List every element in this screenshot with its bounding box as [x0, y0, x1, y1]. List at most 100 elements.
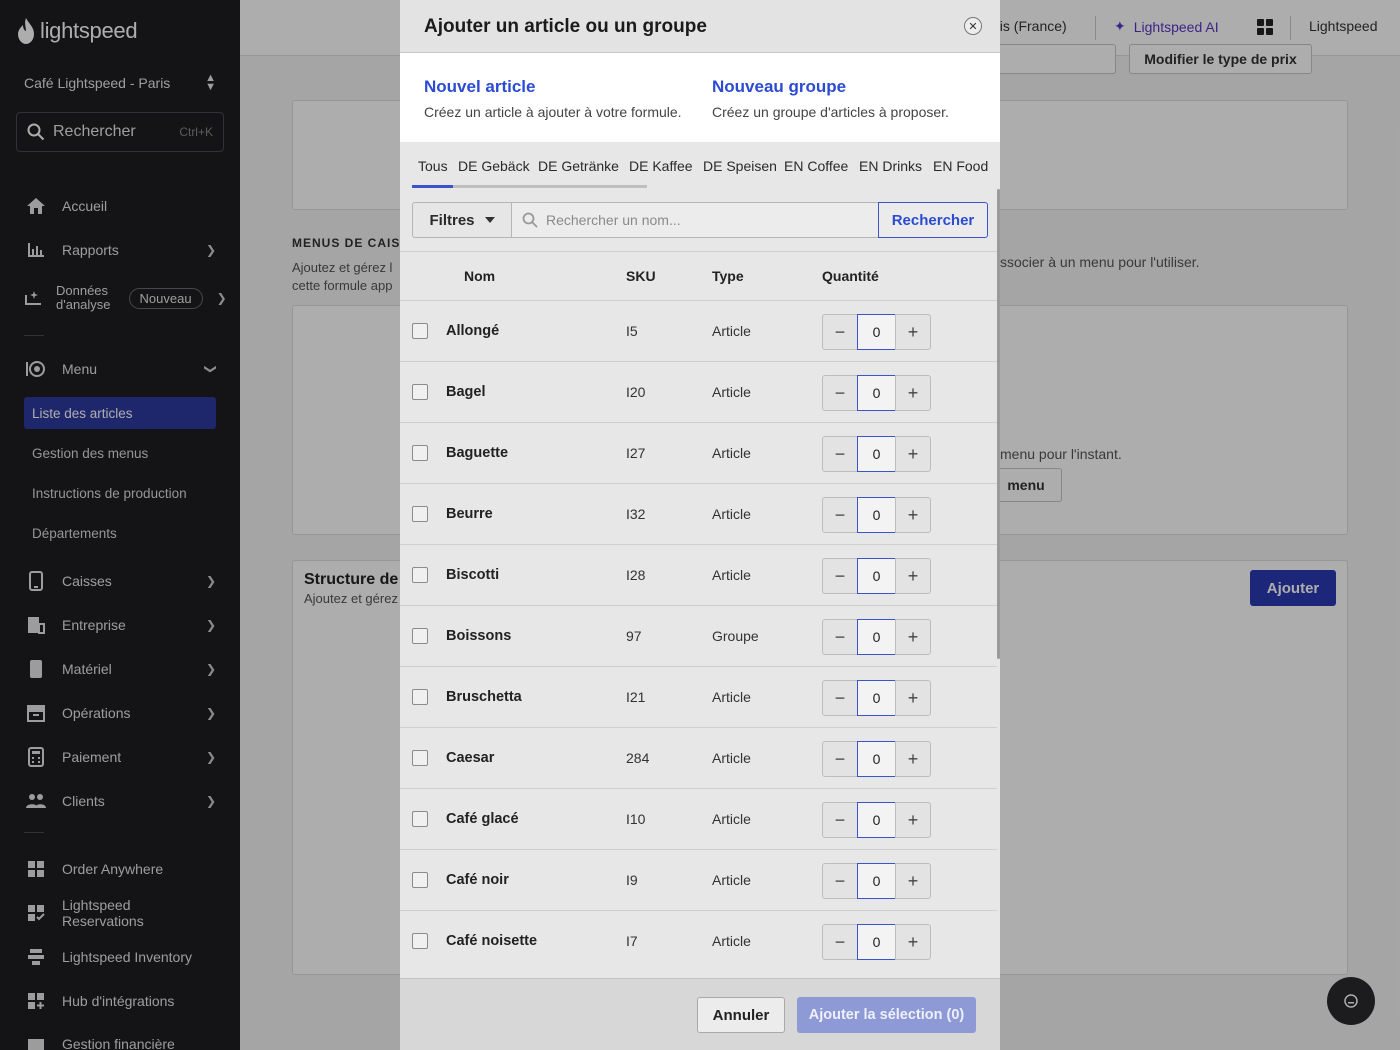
plus-icon: +: [907, 931, 919, 952]
tab-en-coffee[interactable]: EN Coffee: [784, 158, 848, 174]
quantity-input[interactable]: 0: [857, 924, 896, 960]
tab-tous[interactable]: Tous: [418, 158, 448, 174]
plus-icon: +: [907, 504, 919, 525]
table-header: Nom SKU Type Quantité: [400, 251, 997, 301]
item-type: Article: [712, 750, 751, 766]
name-search-input[interactable]: [546, 212, 866, 228]
items-table-body: Allongé I5 Article −0 + Bagel I20 Article −0 + Bag…: [400, 301, 997, 971]
minus-icon: −: [834, 687, 846, 708]
quantity-input[interactable]: 0: [857, 375, 896, 411]
item-name: Bagel: [446, 384, 486, 400]
close-icon: ✕: [968, 20, 978, 33]
item-type: Groupe: [712, 628, 759, 644]
item-type: Article: [712, 506, 751, 522]
table-row: Café noisette I7 Article −0 +: [400, 911, 997, 971]
decrement-button[interactable]: −: [822, 924, 858, 960]
cancel-button[interactable]: Annuler: [697, 997, 785, 1033]
decrement-button[interactable]: −: [822, 497, 858, 533]
row-checkbox[interactable]: [412, 750, 428, 766]
row-checkbox[interactable]: [412, 689, 428, 705]
item-sku: I27: [626, 445, 646, 461]
row-checkbox[interactable]: [412, 628, 428, 644]
quantity-stepper: −0 +: [822, 497, 932, 533]
quantity-input[interactable]: 0: [857, 497, 896, 533]
tab-en-drinks[interactable]: EN Drinks: [859, 158, 922, 174]
search-button[interactable]: Rechercher: [878, 202, 988, 238]
decrement-button[interactable]: −: [822, 619, 858, 655]
increment-button[interactable]: +: [895, 436, 931, 472]
tab-de-speisen[interactable]: DE Speisen: [703, 158, 777, 174]
item-sku: 97: [626, 628, 642, 644]
decrement-button[interactable]: −: [822, 375, 858, 411]
column-header-type[interactable]: Type: [712, 268, 744, 284]
add-selection-button[interactable]: Ajouter la sélection (0): [797, 997, 976, 1033]
minus-icon: −: [834, 809, 846, 830]
new-group-link[interactable]: Nouveau groupe: [712, 77, 846, 97]
quantity-stepper: −0 +: [822, 314, 932, 350]
increment-button[interactable]: +: [895, 497, 931, 533]
column-header-sku[interactable]: SKU: [626, 268, 656, 284]
row-checkbox[interactable]: [412, 506, 428, 522]
table-row: Café noir I9 Article −0 +: [400, 850, 997, 911]
tab-de-getranke[interactable]: DE Getränke: [538, 158, 619, 174]
row-checkbox[interactable]: [412, 384, 428, 400]
minus-icon: −: [834, 382, 846, 403]
quantity-input[interactable]: 0: [857, 741, 896, 777]
minus-icon: −: [834, 626, 846, 647]
category-tabs: Tous DE Gebäck DE Getränke DE Kaffee DE …: [412, 142, 1000, 189]
item-type: Article: [712, 384, 751, 400]
filter-row: Filtres Rechercher: [412, 202, 988, 238]
increment-button[interactable]: +: [895, 558, 931, 594]
filters-dropdown[interactable]: Filtres: [412, 202, 512, 238]
increment-button[interactable]: +: [895, 314, 931, 350]
tab-de-kaffee[interactable]: DE Kaffee: [629, 158, 693, 174]
close-button[interactable]: ✕: [964, 17, 982, 35]
increment-button[interactable]: +: [895, 741, 931, 777]
decrement-button[interactable]: −: [822, 802, 858, 838]
decrement-button[interactable]: −: [822, 863, 858, 899]
item-name: Café glacé: [446, 811, 519, 827]
minus-icon: −: [834, 748, 846, 769]
minus-icon: −: [834, 443, 846, 464]
quantity-stepper: −0 +: [822, 680, 932, 716]
row-checkbox[interactable]: [412, 872, 428, 888]
decrement-button[interactable]: −: [822, 741, 858, 777]
plus-icon: +: [907, 809, 919, 830]
decrement-button[interactable]: −: [822, 680, 858, 716]
minus-icon: −: [834, 931, 846, 952]
quantity-input[interactable]: 0: [857, 436, 896, 472]
increment-button[interactable]: +: [895, 863, 931, 899]
item-name: Boissons: [446, 628, 512, 644]
quantity-input[interactable]: 0: [857, 619, 896, 655]
quantity-input[interactable]: 0: [857, 863, 896, 899]
plus-icon: +: [907, 443, 919, 464]
item-sku: I32: [626, 506, 646, 522]
increment-button[interactable]: +: [895, 375, 931, 411]
quantity-stepper: −0 +: [822, 558, 932, 594]
quantity-input[interactable]: 0: [857, 558, 896, 594]
name-search-field[interactable]: [511, 202, 879, 238]
quantity-input[interactable]: 0: [857, 314, 896, 350]
column-header-name[interactable]: Nom: [464, 268, 495, 284]
increment-button[interactable]: +: [895, 924, 931, 960]
row-checkbox[interactable]: [412, 811, 428, 827]
increment-button[interactable]: +: [895, 619, 931, 655]
filters-label: Filtres: [429, 211, 475, 229]
row-checkbox[interactable]: [412, 445, 428, 461]
modal-scrollbar[interactable]: [997, 189, 1000, 659]
row-checkbox[interactable]: [412, 567, 428, 583]
tab-de-geback[interactable]: DE Gebäck: [458, 158, 530, 174]
decrement-button[interactable]: −: [822, 558, 858, 594]
row-checkbox[interactable]: [412, 323, 428, 339]
new-group-desc: Créez un groupe d'articles à proposer.: [712, 104, 949, 120]
increment-button[interactable]: +: [895, 802, 931, 838]
quantity-input[interactable]: 0: [857, 802, 896, 838]
increment-button[interactable]: +: [895, 680, 931, 716]
tab-en-food[interactable]: EN Food: [933, 158, 988, 174]
new-article-link[interactable]: Nouvel article: [424, 77, 536, 97]
row-checkbox[interactable]: [412, 933, 428, 949]
item-sku: I21: [626, 689, 646, 705]
decrement-button[interactable]: −: [822, 436, 858, 472]
decrement-button[interactable]: −: [822, 314, 858, 350]
quantity-input[interactable]: 0: [857, 680, 896, 716]
